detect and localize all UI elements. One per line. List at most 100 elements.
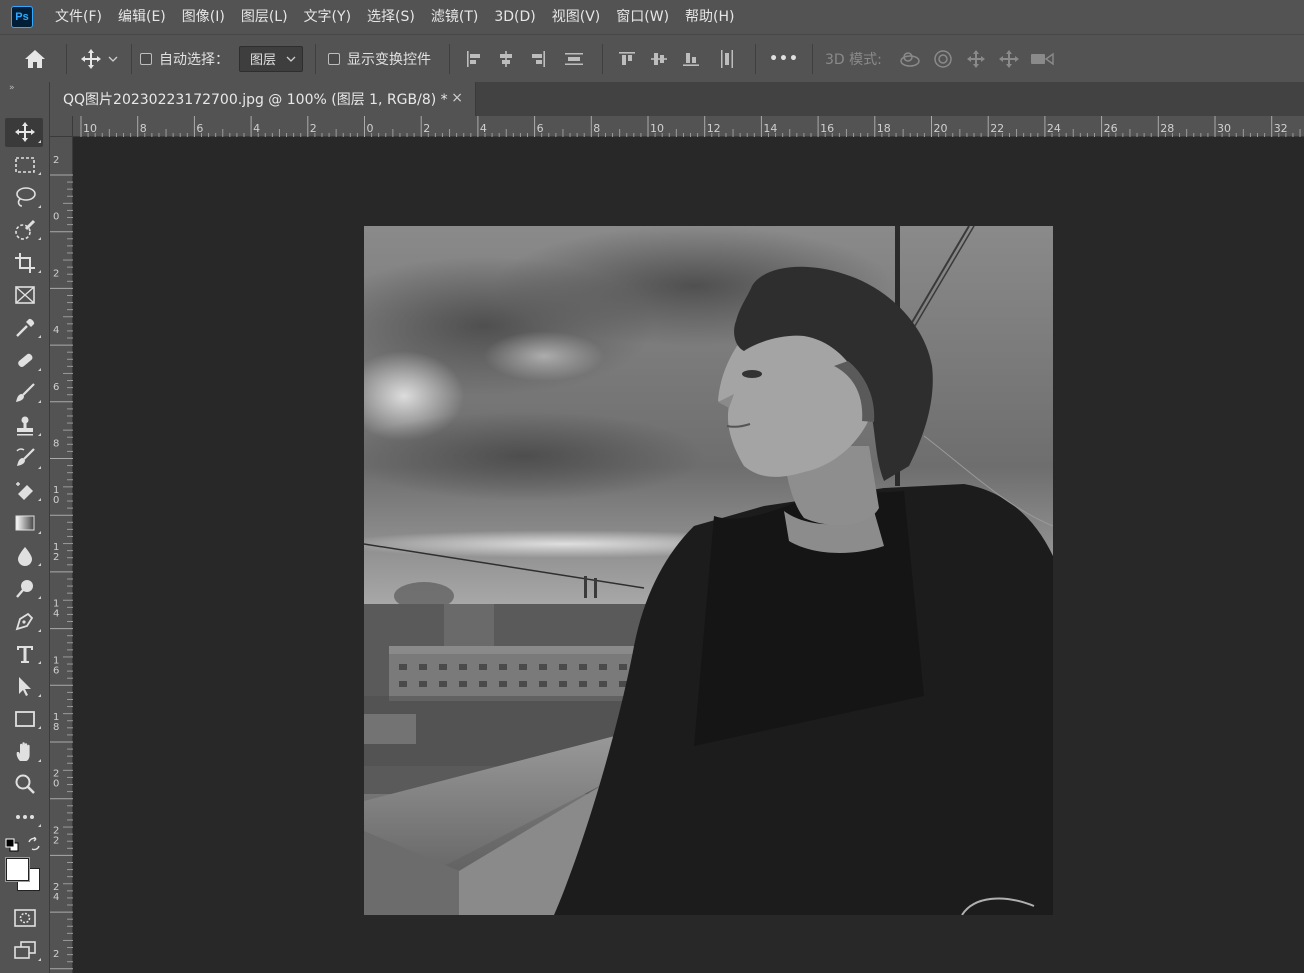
- align-top-edges-button[interactable]: [611, 44, 643, 74]
- align-bottom-icon: [683, 52, 699, 66]
- hand-icon: [16, 741, 30, 761]
- ruler-label: 2: [423, 122, 430, 135]
- auto-select-target-dropdown[interactable]: 图层: [239, 45, 303, 72]
- ruler-origin[interactable]: [50, 116, 73, 137]
- hand-tool[interactable]: [0, 735, 50, 768]
- align-bottom-edges-button[interactable]: [675, 44, 707, 74]
- align-middle-icon: [651, 52, 667, 65]
- menu-file[interactable]: 文件(F): [47, 0, 110, 34]
- toolbar-collapse-icon[interactable]: »: [0, 82, 49, 96]
- menu-image[interactable]: 图像(I): [174, 0, 233, 34]
- frame-tool[interactable]: [0, 279, 50, 312]
- ruler-label: 14: [763, 122, 777, 135]
- ruler-label: 16: [820, 122, 834, 135]
- photo-rooftop-portrait: [364, 226, 1053, 915]
- align-right-edges-button[interactable]: [522, 44, 554, 74]
- quick-selection-icon: [15, 220, 36, 240]
- lasso-icon: [16, 187, 36, 208]
- screen-mode-icon: [14, 941, 36, 960]
- ruler-label: 6: [537, 122, 544, 135]
- ruler-label: 28: [1160, 122, 1174, 135]
- 3d-roll-button[interactable]: [927, 44, 960, 74]
- 3d-scale-button[interactable]: [1026, 44, 1059, 74]
- eyedropper-tool[interactable]: [0, 312, 50, 345]
- close-tab-icon[interactable]: ×: [451, 90, 463, 106]
- ruler-label: 2: [310, 122, 317, 135]
- orbit-3d-icon: [900, 51, 921, 67]
- rectangular-marquee-icon: [15, 157, 35, 173]
- menu-select[interactable]: 选择(S): [359, 0, 423, 34]
- marquee-tool[interactable]: [0, 149, 50, 182]
- quick-mask-button[interactable]: [0, 902, 50, 935]
- menu-view[interactable]: 视图(V): [544, 0, 609, 34]
- lasso-tool[interactable]: [0, 181, 50, 214]
- quick-selection-tool[interactable]: [0, 214, 50, 247]
- swap-colors-icon[interactable]: [27, 837, 41, 851]
- ruler-label: 8: [53, 439, 59, 450]
- dodge-tool[interactable]: [0, 572, 50, 605]
- rectangle-icon: [15, 711, 35, 727]
- ruler-label: 10: [650, 122, 664, 135]
- more-options-button[interactable]: •••: [764, 44, 804, 74]
- menu-edit[interactable]: 编辑(E): [110, 0, 174, 34]
- align-left-edges-button[interactable]: [458, 44, 490, 74]
- pen-tool[interactable]: [0, 605, 50, 638]
- photoshop-window: Ps 文件(F) 编辑(E) 图像(I) 图层(L) 文字(Y) 选择(S) 滤…: [0, 0, 1304, 973]
- history-brush-tool[interactable]: [0, 442, 50, 475]
- vertical-ruler[interactable]: 20246810121416182022242: [50, 137, 73, 973]
- separator: [812, 43, 813, 74]
- clone-stamp-tool[interactable]: [0, 409, 50, 442]
- crop-tool[interactable]: [0, 246, 50, 279]
- menu-filter[interactable]: 滤镜(T): [423, 0, 486, 34]
- separator: [315, 43, 316, 74]
- default-colors-icon[interactable]: [5, 838, 19, 852]
- ruler-label: 2: [53, 552, 59, 563]
- tool-preset-picker[interactable]: [75, 44, 123, 74]
- 3d-slide-button[interactable]: [993, 44, 1026, 74]
- foreground-color-swatch[interactable]: [5, 857, 30, 882]
- distribute-vertical-button[interactable]: [554, 44, 594, 74]
- menu-layer[interactable]: 图层(L): [233, 0, 296, 34]
- auto-select-checkbox[interactable]: [140, 52, 152, 65]
- align-horizontal-centers-button[interactable]: [490, 44, 522, 74]
- show-transform-controls-checkbox[interactable]: [328, 52, 340, 65]
- menu-3d[interactable]: 3D(D): [486, 0, 543, 34]
- distribute-horizontal-icon: [721, 49, 733, 68]
- gradient-tool[interactable]: [0, 507, 50, 540]
- document-image[interactable]: [364, 226, 1053, 915]
- menu-help[interactable]: 帮助(H): [677, 0, 742, 34]
- horizontal-ruler[interactable]: 10 8 6 4 2 0 2 4 6 8 10 12 14 16 18 20 22 24 26 28 30 32: [73, 116, 1304, 137]
- distribute-icon: [565, 52, 583, 65]
- screen-mode-button[interactable]: [0, 934, 50, 967]
- 3d-pan-button[interactable]: [960, 44, 993, 74]
- menu-window[interactable]: 窗口(W): [608, 0, 677, 34]
- eyedropper-icon: [16, 318, 35, 337]
- type-tool[interactable]: [0, 638, 50, 671]
- gradient-icon: [15, 515, 35, 531]
- auto-select-target-value: 图层: [250, 53, 277, 68]
- eraser-tool[interactable]: [0, 475, 50, 508]
- brush-tool[interactable]: [0, 377, 50, 410]
- roll-3d-icon: [934, 49, 953, 68]
- zoom-tool[interactable]: [0, 768, 50, 801]
- stamp-icon: [17, 416, 33, 436]
- menu-type[interactable]: 文字(Y): [296, 0, 359, 34]
- color-swatches: [0, 834, 50, 904]
- path-selection-tool[interactable]: [0, 670, 50, 703]
- align-vertical-centers-button[interactable]: [643, 44, 675, 74]
- rectangle-tool[interactable]: [0, 703, 50, 736]
- distribute-horizontal-button[interactable]: [707, 44, 747, 74]
- magnifier-icon: [15, 774, 35, 795]
- 3d-orbit-button[interactable]: [894, 44, 927, 74]
- edit-toolbar-button[interactable]: [0, 800, 50, 833]
- healing-brush-tool[interactable]: [0, 344, 50, 377]
- move-tool[interactable]: [0, 116, 50, 149]
- document-tab-title: QQ图片20230223172700.jpg @ 100% (图层 1, RGB…: [63, 92, 448, 108]
- pan-3d-icon: [967, 49, 986, 68]
- blur-tool[interactable]: [0, 540, 50, 573]
- home-button[interactable]: [0, 44, 70, 74]
- water-drop-icon: [18, 547, 32, 567]
- document-tab[interactable]: QQ图片20230223172700.jpg @ 100% (图层 1, RGB…: [50, 82, 476, 116]
- eraser-icon: [16, 481, 33, 500]
- ruler-label: 4: [53, 609, 59, 620]
